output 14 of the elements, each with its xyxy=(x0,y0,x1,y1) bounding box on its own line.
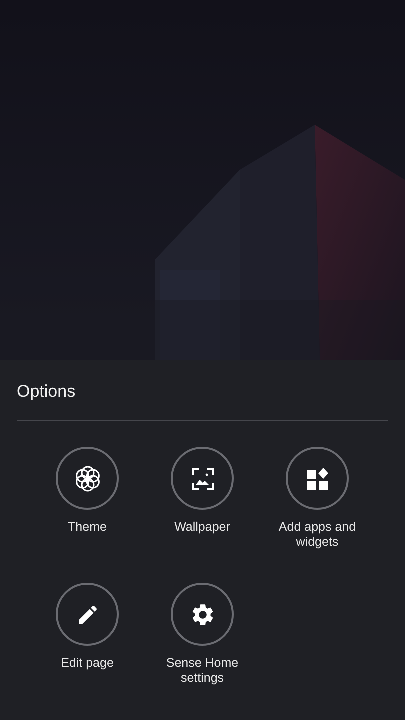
option-label: Wallpaper xyxy=(174,520,232,535)
option-label: Sense Home settings xyxy=(165,656,240,686)
option-label: Edit page xyxy=(60,656,115,671)
edit-button[interactable] xyxy=(56,583,119,646)
widgets-button[interactable] xyxy=(286,447,349,510)
image-frame-icon xyxy=(190,466,214,490)
widgets-icon xyxy=(306,468,328,490)
theme-button[interactable] xyxy=(56,447,119,510)
option-label: Theme xyxy=(67,520,108,535)
option-label: Add apps and widgets xyxy=(278,520,358,550)
flower-icon xyxy=(74,464,102,492)
settings-button[interactable] xyxy=(171,583,234,646)
wallpaper-button[interactable] xyxy=(171,447,234,510)
panel-title: Options xyxy=(17,381,77,403)
